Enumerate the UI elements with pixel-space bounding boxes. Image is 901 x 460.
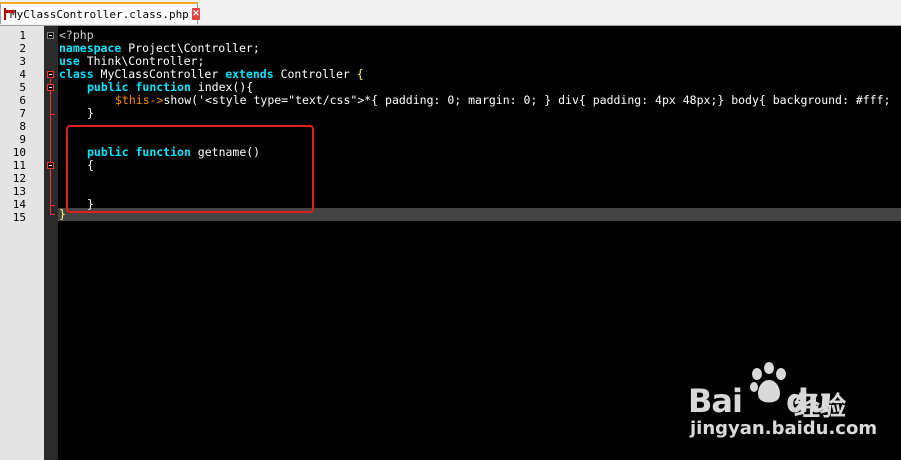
keyword: public — [87, 80, 129, 94]
line-number: 1 — [19, 29, 26, 42]
tab-myclasscontroller[interactable]: MyClassController.class.php × — [0, 2, 201, 24]
line-number: 6 — [19, 94, 26, 107]
close-icon[interactable]: × — [191, 8, 201, 20]
tab-label: MyClassController.class.php — [10, 7, 189, 21]
code-text: MyClassController — [93, 67, 226, 81]
code-text: Controller — [273, 67, 357, 81]
keyword: use — [59, 54, 80, 68]
line-number: 10 — [12, 146, 26, 159]
line-number: 3 — [19, 55, 26, 68]
line-number: 7 — [19, 107, 26, 120]
fold-toggle-icon[interactable] — [47, 162, 54, 169]
code-text: index(){ — [190, 80, 254, 94]
keyword: class — [59, 67, 94, 81]
variable: $this-> — [115, 93, 164, 107]
watermark-url: jingyan.baidu.com — [690, 418, 878, 439]
line-number: 12 — [12, 172, 26, 185]
line-number: 11 — [12, 159, 26, 172]
code-text: Think\Controller; — [79, 54, 205, 68]
code-text: Project\Controller; — [121, 41, 260, 55]
line-number: 2 — [19, 42, 26, 55]
keyword: namespace — [59, 41, 122, 55]
fold-guide — [50, 79, 51, 214]
line-number: 13 — [12, 185, 26, 198]
keyword: function — [135, 80, 191, 94]
keyword: extends — [225, 67, 274, 81]
php-file-icon — [4, 8, 14, 20]
line-number: 14 — [12, 198, 26, 211]
brace: } — [87, 106, 94, 120]
fold-toggle-icon[interactable] — [47, 32, 54, 39]
fold-end-mark — [50, 114, 55, 115]
brace: { — [356, 67, 364, 81]
code-line-7: } — [87, 107, 94, 120]
code-line-15: } — [59, 208, 66, 221]
fold-margin — [44, 26, 58, 460]
annotation-box — [66, 125, 314, 213]
brace: } — [59, 207, 66, 221]
fold-toggle-icon[interactable] — [47, 71, 54, 78]
php-open-tag: <?php — [59, 28, 94, 42]
code-line-6: $this->show('<style type="text/css">*{ p… — [115, 94, 890, 107]
tab-bar: MyClassController.class.php × — [0, 0, 901, 26]
fold-end-mark — [50, 214, 55, 215]
line-number: 5 — [19, 81, 26, 94]
line-number: 9 — [19, 133, 26, 146]
line-number: 8 — [19, 120, 26, 133]
line-number: 15 — [12, 211, 26, 224]
baidu-watermark: Bai du 经验 jingyan.baidu.com — [688, 360, 888, 440]
line-number: 4 — [19, 68, 26, 81]
code-text: show('<style type="text/css">*{ padding:… — [163, 93, 891, 107]
line-number-gutter: 1 2 3 4 5 6 7 8 9 10 11 12 13 14 15 — [0, 26, 44, 460]
fold-toggle-icon[interactable] — [47, 84, 54, 91]
fold-end-mark — [50, 205, 55, 206]
